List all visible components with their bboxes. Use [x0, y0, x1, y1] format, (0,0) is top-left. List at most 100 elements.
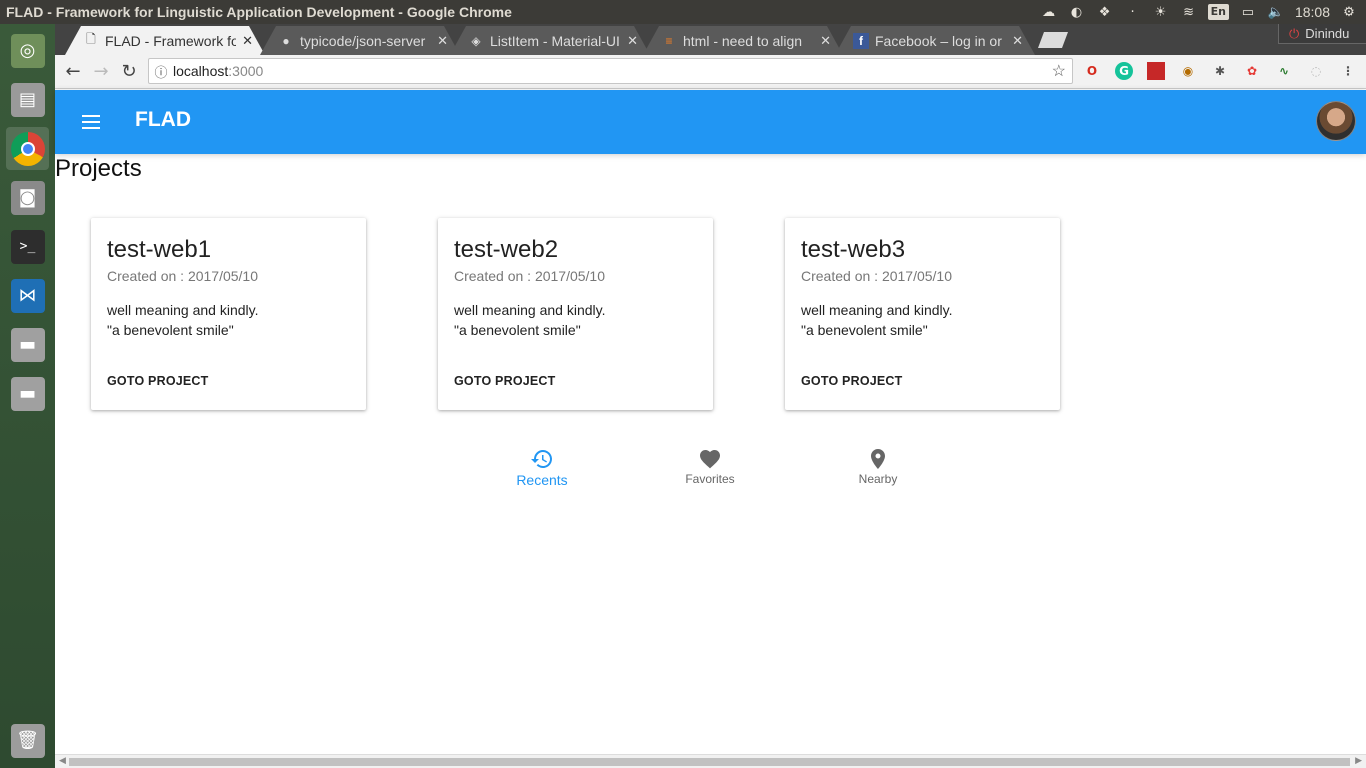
- pulse-icon[interactable]: ∿: [1275, 62, 1293, 80]
- app-title: FLAD: [135, 108, 191, 131]
- tab-title: FLAD - Framework for Linguistic: [105, 32, 237, 49]
- close-icon[interactable]: ✕: [820, 33, 831, 49]
- bookmark-icon[interactable]: [1147, 62, 1165, 80]
- card-text: well meaning and kindly. "a benevolent s…: [107, 302, 259, 338]
- brightness-icon[interactable]: ☀: [1152, 4, 1170, 20]
- profile-button[interactable]: ⏻ Dinindu: [1278, 24, 1366, 44]
- close-icon[interactable]: ✕: [437, 33, 448, 49]
- drive-button[interactable]: ▬: [6, 323, 49, 366]
- new-tab-button[interactable]: [1038, 32, 1068, 48]
- volume-icon[interactable]: 🔈: [1267, 4, 1285, 20]
- material-icon: ◈: [471, 33, 481, 48]
- card-subtitle: Created on : 2017/05/10: [107, 268, 259, 284]
- window-title: FLAD - Framework for Linguistic Applicat…: [6, 4, 512, 20]
- close-icon[interactable]: ✕: [627, 33, 638, 49]
- page-icon: 🗋: [86, 32, 96, 46]
- page-title: Projects: [55, 155, 142, 182]
- card-text: well meaning and kindly. "a benevolent s…: [801, 302, 953, 338]
- card-title: test-web3: [801, 236, 906, 263]
- files-button[interactable]: ▤: [6, 78, 49, 121]
- horizontal-scrollbar[interactable]: ◀ ▶: [55, 754, 1366, 768]
- app-launcher: ◎ ▤ ◙ >_ ⋈ ▬ ▬ 🗑: [0, 24, 55, 768]
- chrome-button[interactable]: [6, 127, 49, 170]
- scrollbar-thumb[interactable]: [69, 758, 1350, 766]
- system-tray: ☁ ◐ ❖ · ☀ ≋ En ▭ 🔈 18:08 ⚙: [1040, 4, 1366, 20]
- ubuntu-dash-button[interactable]: ◎: [6, 29, 49, 72]
- goto-project-button[interactable]: GOTO PROJECT: [801, 374, 903, 388]
- info-icon[interactable]: ⓘ: [149, 62, 173, 81]
- tab-flad[interactable]: 🗋 FLAD - Framework for Linguistic ✕: [65, 26, 265, 55]
- cloud-icon[interactable]: ☁: [1040, 4, 1058, 20]
- tab-stackoverflow[interactable]: ≡ html - need to align ✕: [643, 26, 843, 55]
- stackoverflow-icon: ≡: [665, 33, 673, 48]
- card-title: test-web2: [454, 236, 559, 263]
- bookmark-star-icon[interactable]: ☆: [1052, 61, 1066, 81]
- os-top-panel: FLAD - Framework for Linguistic Applicat…: [0, 0, 1366, 24]
- dropbox-icon[interactable]: ❖: [1096, 4, 1114, 20]
- reel-icon[interactable]: ✱: [1211, 62, 1229, 80]
- url-port: :3000: [228, 63, 264, 79]
- opera-icon[interactable]: O: [1083, 62, 1101, 80]
- heart-icon: [650, 446, 770, 472]
- card-text: well meaning and kindly. "a benevolent s…: [454, 302, 606, 338]
- drive-button-2[interactable]: ▬: [6, 372, 49, 415]
- project-card: test-web2 Created on : 2017/05/10 well m…: [438, 218, 713, 410]
- screenshot-button[interactable]: ◙: [6, 176, 49, 219]
- gear-icon[interactable]: ⚙: [1340, 4, 1358, 20]
- github-icon: ●: [282, 33, 290, 48]
- battery-icon[interactable]: ▭: [1239, 4, 1257, 20]
- tab-material-ui[interactable]: ◈ ListItem - Material-UI ✕: [450, 26, 650, 55]
- vscode-icon: ⋈: [10, 278, 45, 313]
- scroll-right-icon[interactable]: ▶: [1355, 756, 1362, 766]
- colors-icon[interactable]: ✿: [1243, 62, 1261, 80]
- tab-title: Facebook – log in or: [875, 32, 1002, 49]
- browser-toolbar: ← → ↻ ⓘ localhost:3000 ☆ O G ◉ ✱ ✿ ∿ ◌ ⋮: [55, 55, 1366, 89]
- tab-json-server[interactable]: ● typicode/json-server ✕: [260, 26, 460, 55]
- sync-icon[interactable]: ◐: [1068, 4, 1086, 20]
- drive-icon: ▬: [10, 327, 45, 362]
- terminal-button[interactable]: >_: [6, 225, 49, 268]
- profile-name: Dinindu: [1305, 26, 1350, 41]
- goto-project-button[interactable]: GOTO PROJECT: [454, 374, 556, 388]
- address-bar[interactable]: ⓘ localhost:3000 ☆: [148, 58, 1073, 84]
- trash-button[interactable]: 🗑: [6, 719, 49, 762]
- nav-label: Recents: [516, 472, 568, 488]
- terminal-icon: >_: [10, 229, 45, 264]
- tab-strip: 🗋 FLAD - Framework for Linguistic ✕ ● ty…: [55, 24, 1366, 55]
- keyboard-language[interactable]: En: [1207, 4, 1229, 20]
- menu-kebab-icon[interactable]: ⋮: [1339, 62, 1357, 80]
- owl-icon[interactable]: ◉: [1179, 62, 1197, 80]
- chrome-icon: [10, 131, 45, 166]
- card-subtitle: Created on : 2017/05/10: [801, 268, 953, 284]
- nav-nearby[interactable]: Nearby: [818, 446, 938, 486]
- close-icon[interactable]: ✕: [1012, 33, 1023, 49]
- forward-button[interactable]: →: [87, 58, 115, 86]
- clock[interactable]: 18:08: [1295, 4, 1330, 20]
- reload-button[interactable]: ↻: [115, 58, 143, 86]
- nav-recents[interactable]: Recents: [482, 446, 602, 488]
- shield-icon[interactable]: ◌: [1307, 62, 1325, 80]
- camera-icon: ◙: [10, 180, 45, 215]
- close-icon[interactable]: ✕: [242, 33, 253, 49]
- vscode-button[interactable]: ⋈: [6, 274, 49, 317]
- file-cabinet-icon: ▤: [10, 82, 45, 117]
- history-icon: [482, 446, 602, 472]
- location-pin-icon: [818, 446, 938, 472]
- nav-favorites[interactable]: Favorites: [650, 446, 770, 486]
- ubuntu-logo-icon: ◎: [10, 33, 45, 68]
- url-host: localhost: [173, 63, 229, 79]
- card-title: test-web1: [107, 236, 212, 263]
- nav-label: Nearby: [858, 472, 898, 486]
- tab-facebook[interactable]: f Facebook – log in or ✕: [835, 26, 1035, 55]
- trash-icon: 🗑: [10, 723, 45, 758]
- goto-project-button[interactable]: GOTO PROJECT: [107, 374, 209, 388]
- back-button[interactable]: ←: [59, 58, 87, 86]
- avatar[interactable]: [1316, 101, 1356, 141]
- grammarly-icon[interactable]: G: [1115, 62, 1133, 80]
- power-icon: ⏻: [1289, 25, 1300, 41]
- scroll-left-icon[interactable]: ◀: [59, 756, 66, 766]
- menu-icon[interactable]: [79, 110, 103, 134]
- tab-title: typicode/json-server: [300, 32, 426, 49]
- wifi-icon[interactable]: ≋: [1180, 4, 1198, 20]
- weather-icon[interactable]: ·: [1124, 4, 1142, 20]
